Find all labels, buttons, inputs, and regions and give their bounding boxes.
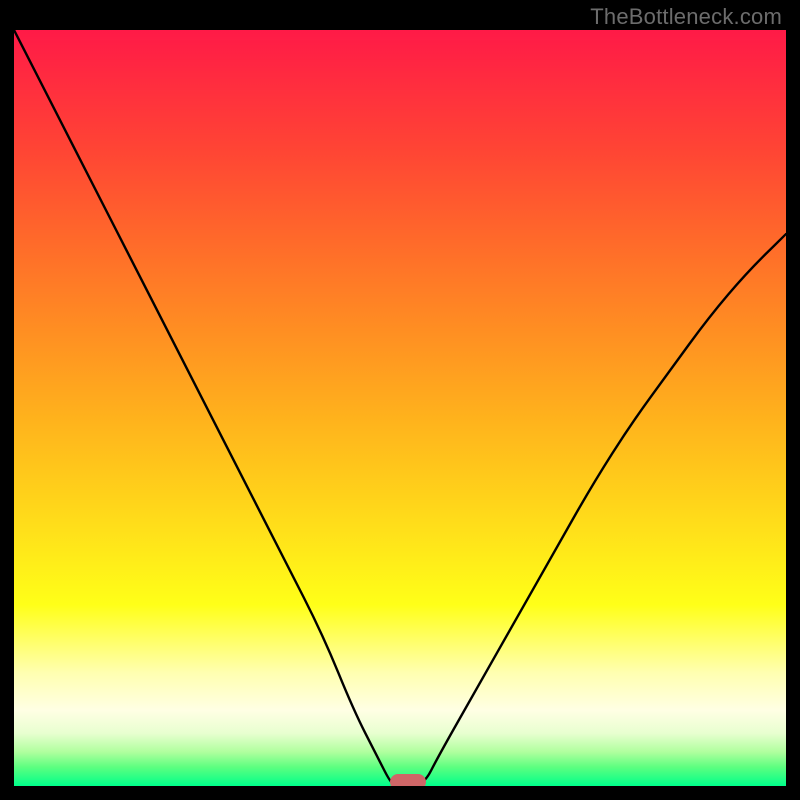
optimal-point-marker — [390, 774, 426, 786]
curve-path — [14, 30, 786, 786]
watermark-text: TheBottleneck.com — [590, 4, 782, 30]
chart-frame: TheBottleneck.com — [0, 0, 800, 800]
plot-area — [14, 30, 786, 786]
bottleneck-curve — [14, 30, 786, 786]
